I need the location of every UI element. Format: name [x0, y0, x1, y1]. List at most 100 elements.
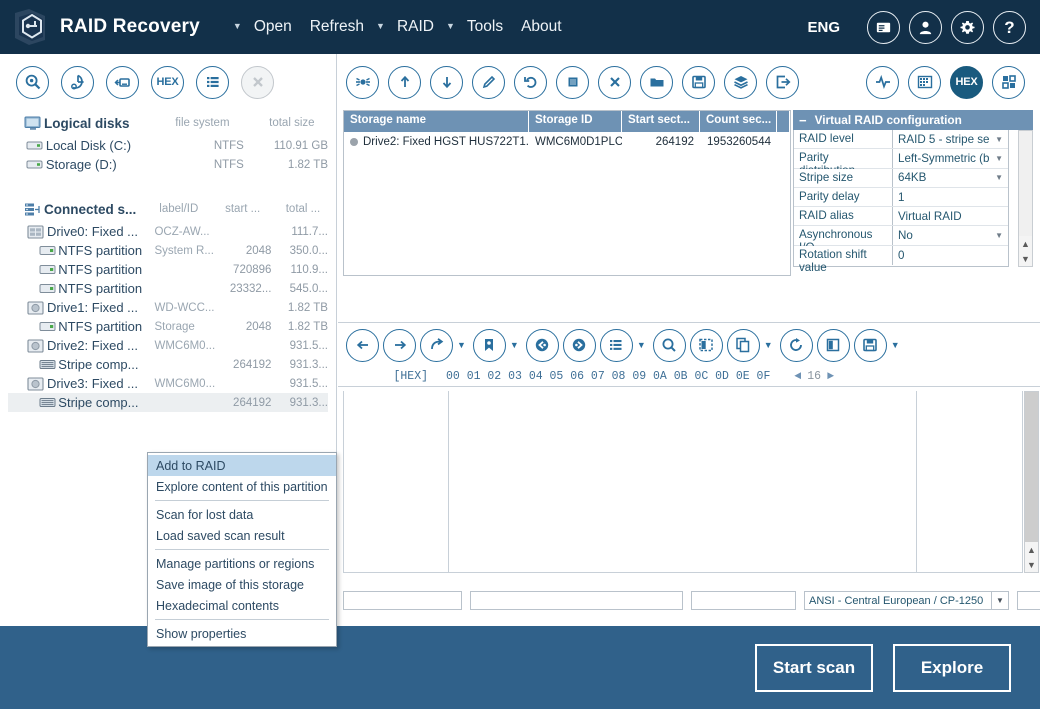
- storage-tree-row[interactable]: Stripe comp... 264192 931.3...: [8, 355, 328, 374]
- context-menu-item[interactable]: Explore content of this partition: [148, 476, 336, 497]
- minus-icon[interactable]: −: [799, 113, 807, 128]
- chevron-down-icon[interactable]: ▼: [995, 135, 1003, 144]
- undo-icon[interactable]: [514, 65, 547, 99]
- context-menu-item[interactable]: Manage partitions or regions: [148, 553, 336, 574]
- menu-refresh[interactable]: Refresh: [301, 18, 373, 36]
- health-icon[interactable]: [866, 65, 899, 99]
- raid-config-row[interactable]: Parity distribution Left-Symmetric (b ▼: [794, 149, 1008, 177]
- chevron-down-icon[interactable]: ▼: [637, 340, 646, 350]
- disk-scan-icon[interactable]: [61, 65, 94, 99]
- storage-tree-row[interactable]: Drive3: Fixed ... WMC6M0... 931.5...: [8, 374, 328, 393]
- bytes-next-arrow[interactable]: ►: [827, 370, 834, 383]
- chevron-down-icon[interactable]: ▼: [891, 340, 900, 350]
- raid-builder-icon[interactable]: [346, 65, 379, 99]
- raid-config-row[interactable]: Stripe size 64KB ▼: [794, 168, 1008, 188]
- raid-config-row[interactable]: Rotation shift value 0: [794, 245, 1008, 274]
- th-storage-name[interactable]: Storage name: [344, 111, 529, 132]
- context-menu-item[interactable]: Save image of this storage: [148, 574, 336, 595]
- chevron-down-icon[interactable]: ▼: [510, 340, 519, 350]
- raid-config-row[interactable]: RAID level RAID 5 - stripe se ▼: [794, 130, 1008, 150]
- th-storage-id[interactable]: Storage ID: [529, 111, 622, 132]
- hex-content-area[interactable]: [343, 391, 1023, 573]
- move-down-icon[interactable]: [430, 65, 463, 99]
- goto-icon[interactable]: [420, 328, 453, 362]
- th-count-sectors[interactable]: Count sec...: [700, 111, 777, 132]
- find-icon[interactable]: [652, 328, 686, 362]
- status-field-4[interactable]: [1017, 591, 1040, 610]
- chevron-down-icon[interactable]: ▼: [995, 231, 1003, 240]
- scan-magnifier-icon[interactable]: [16, 65, 49, 99]
- chip-icon[interactable]: [556, 65, 589, 99]
- explore-button[interactable]: Explore: [893, 643, 1011, 692]
- save-hex-icon[interactable]: [853, 328, 887, 362]
- storage-tree-row[interactable]: Drive1: Fixed ... WD-WCC... 1.82 TB: [8, 298, 328, 317]
- storage-tree-row[interactable]: NTFS partition 720896 110.9...: [8, 260, 328, 279]
- storage-tree-row[interactable]: Drive0: Fixed ... OCZ-AW... 111.7...: [8, 222, 328, 241]
- edit-icon[interactable]: [472, 65, 505, 99]
- menu-about[interactable]: About: [512, 18, 571, 36]
- th-start-sector[interactable]: Start sect...: [622, 111, 700, 132]
- save-icon[interactable]: [682, 65, 715, 99]
- chevron-down-icon[interactable]: ▼: [995, 154, 1003, 163]
- encoding-selector[interactable]: ANSI - Central European / CP-1250 ▼: [804, 591, 1009, 610]
- storage-tree-row[interactable]: Stripe comp... 264192 931.3...: [8, 393, 328, 412]
- help-icon[interactable]: ?: [993, 10, 1026, 44]
- forward-icon[interactable]: [383, 328, 416, 362]
- raid-config-row[interactable]: Parity delay 1: [794, 187, 1008, 208]
- context-menu-item[interactable]: Show properties: [148, 623, 336, 644]
- hex-ascii-column[interactable]: [917, 391, 1022, 572]
- raid-config-value[interactable]: RAID 5 - stripe se ▼: [893, 130, 1008, 148]
- raid-config-row[interactable]: RAID alias Virtual RAID: [794, 207, 1008, 227]
- storage-tree-row[interactable]: NTFS partition 23332... 545.0...: [8, 279, 328, 298]
- bytes-prev-arrow[interactable]: ◄: [794, 370, 801, 383]
- scroll-up-icon[interactable]: ▲: [1019, 236, 1032, 251]
- hex-icon[interactable]: HEX: [151, 65, 184, 99]
- hex-scroll-up-icon[interactable]: ▲: [1025, 542, 1038, 557]
- open-folder-icon[interactable]: [640, 65, 673, 99]
- bookmark-icon[interactable]: [472, 328, 506, 362]
- hex-view-icon[interactable]: HEX: [950, 65, 983, 99]
- chevron-down-icon[interactable]: ▼: [230, 21, 245, 31]
- next-block-icon[interactable]: [562, 328, 596, 362]
- hex-bytes-column[interactable]: [449, 391, 917, 572]
- context-menu-item[interactable]: Add to RAID: [148, 455, 336, 476]
- templates-icon[interactable]: [599, 328, 633, 362]
- scroll-down-icon[interactable]: ▼: [1019, 251, 1032, 266]
- storage-tree-row[interactable]: Drive2: Fixed ... WMC6M0... 931.5...: [8, 336, 328, 355]
- chevron-down-icon[interactable]: ▼: [764, 340, 773, 350]
- chevron-down-icon[interactable]: ▼: [995, 173, 1003, 182]
- storage-tree-row[interactable]: NTFS partition System R... 2048 350.0...: [8, 241, 328, 260]
- move-up-icon[interactable]: [388, 65, 421, 99]
- menu-raid[interactable]: RAID: [388, 18, 443, 36]
- context-menu-item[interactable]: Scan for lost data: [148, 504, 336, 525]
- raid-config-value[interactable]: Left-Symmetric (b ▼: [893, 149, 1008, 167]
- messages-icon[interactable]: [867, 10, 900, 44]
- menu-open[interactable]: Open: [245, 18, 301, 36]
- raid-config-value[interactable]: Virtual RAID: [893, 207, 1008, 225]
- blocks-icon[interactable]: [992, 65, 1025, 99]
- layers-icon[interactable]: [724, 65, 757, 99]
- user-account-icon[interactable]: [909, 10, 942, 44]
- context-menu[interactable]: Add to RAID Explore content of this parti…: [147, 452, 337, 647]
- raid-config-scrollbar[interactable]: ▲ ▼: [1018, 130, 1033, 267]
- chevron-down-icon-raid[interactable]: ▼: [443, 21, 458, 31]
- gear-icon[interactable]: [951, 10, 984, 44]
- table-row[interactable]: Drive2: Fixed HGST HUS722T1... WMC6M0D1PL…: [344, 132, 790, 151]
- storage-tree-row[interactable]: NTFS partition Storage 2048 1.82 TB: [8, 317, 328, 336]
- raid-config-row[interactable]: Asynchronous I/O No ▼: [794, 226, 1008, 254]
- raid-config-value[interactable]: 1: [893, 188, 1008, 206]
- remove-icon[interactable]: [598, 65, 631, 99]
- context-menu-item[interactable]: Load saved scan result: [148, 525, 336, 546]
- hex-scrollbar[interactable]: ▲ ▼: [1024, 391, 1039, 573]
- raid-config-value[interactable]: 0: [893, 246, 1008, 265]
- start-scan-button[interactable]: Start scan: [755, 643, 873, 692]
- status-field-2[interactable]: [470, 591, 683, 610]
- context-menu-item[interactable]: Hexadecimal contents: [148, 595, 336, 616]
- hex-scroll-down-icon[interactable]: ▼: [1025, 557, 1038, 572]
- prev-block-icon[interactable]: [525, 328, 559, 362]
- raid-config-value[interactable]: 64KB ▼: [893, 169, 1008, 187]
- chevron-down-icon[interactable]: ▼: [457, 340, 466, 350]
- properties-list-icon[interactable]: [196, 65, 229, 99]
- refresh-icon[interactable]: [779, 328, 813, 362]
- export-icon[interactable]: [766, 65, 799, 99]
